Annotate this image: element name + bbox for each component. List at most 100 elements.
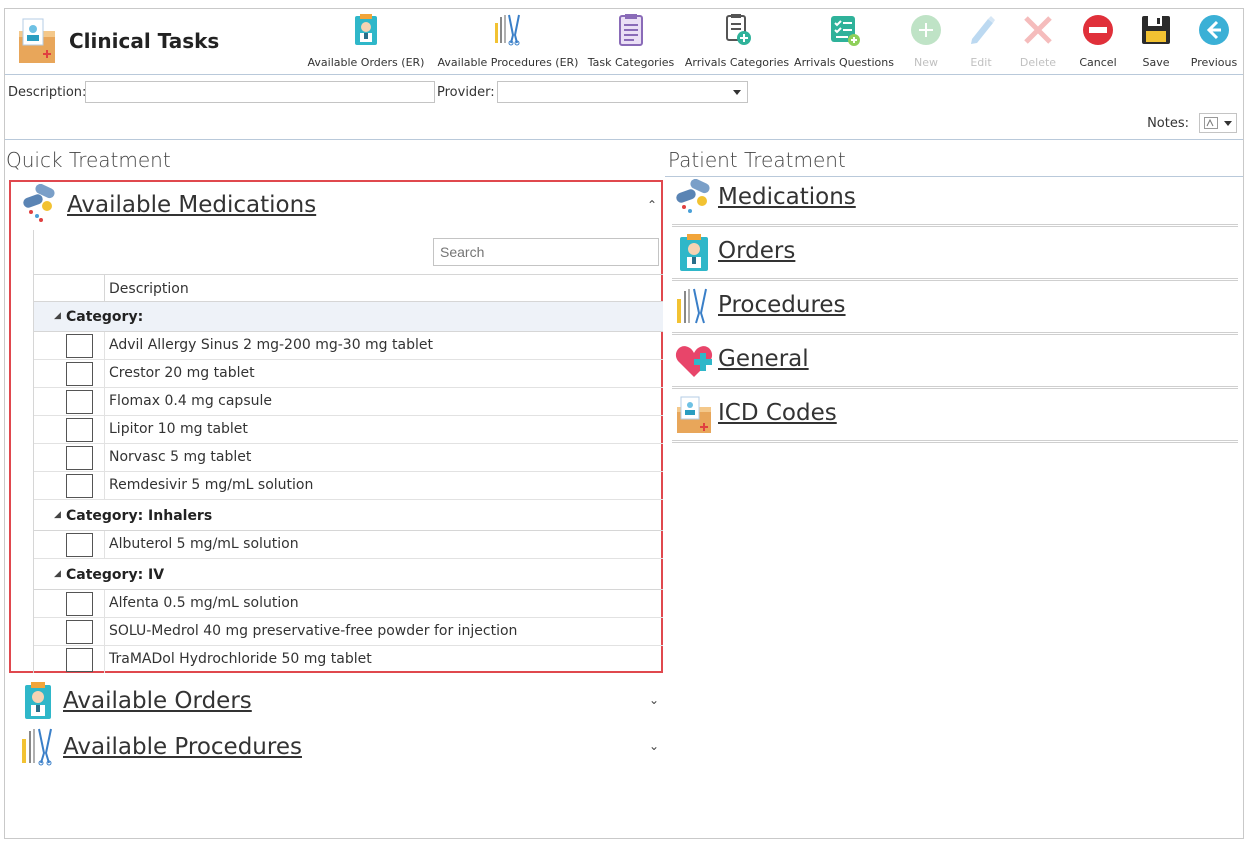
group-header-iv[interactable]: ◢ Category: IV <box>34 560 663 590</box>
arrivals-categories-button[interactable]: Arrivals Categories <box>683 11 791 73</box>
checklist-add-icon <box>831 16 860 46</box>
medical-folder-icon <box>677 396 711 433</box>
available-procedures-title[interactable]: Available Procedures <box>63 734 302 760</box>
provider-select[interactable] <box>497 81 748 103</box>
chevron-down-icon[interactable]: ⌄ <box>649 739 659 753</box>
available-procedures-header[interactable]: Available Procedures ⌄ <box>15 727 663 767</box>
patient-icd-codes-title[interactable]: ICD Codes <box>718 400 837 426</box>
available-orders-title[interactable]: Available Orders <box>63 688 252 714</box>
medication-row[interactable]: Albuterol 5 mg/mL solution <box>34 531 663 559</box>
row-checkbox[interactable] <box>66 446 93 470</box>
medication-row[interactable]: Lipitor 10 mg tablet <box>34 416 663 444</box>
medication-description: Advil Allergy Sinus 2 mg-200 mg-30 mg ta… <box>109 337 433 353</box>
previous-button[interactable]: Previous <box>1189 11 1239 73</box>
medication-row[interactable]: Alfenta 0.5 mg/mL solution <box>34 590 663 618</box>
column-separator <box>104 531 105 559</box>
medication-description: Lipitor 10 mg tablet <box>109 421 248 437</box>
patient-procedures-link[interactable]: Procedures <box>672 283 1238 335</box>
filter-bar: Description: Provider: Notes: <box>5 76 1243 140</box>
new-button[interactable]: New <box>905 11 947 73</box>
row-checkbox[interactable] <box>66 620 93 644</box>
toolbar-label: Save <box>1142 56 1170 69</box>
patient-procedures-title[interactable]: Procedures <box>718 292 846 318</box>
row-checkbox[interactable] <box>66 334 93 358</box>
column-separator <box>104 275 105 303</box>
medication-row[interactable]: Advil Allergy Sinus 2 mg-200 mg-30 mg ta… <box>34 332 663 360</box>
medication-row[interactable]: TraMADol Hydrochloride 50 mg tablet <box>34 646 663 673</box>
arrivals-questions-button[interactable]: Arrivals Questions <box>793 11 895 73</box>
back-arrow-icon <box>1199 15 1229 45</box>
group-header-category[interactable]: ◢ Category: <box>34 302 663 332</box>
patient-general-link[interactable]: General <box>672 337 1238 389</box>
collapse-triangle-icon[interactable]: ◢ <box>54 311 61 321</box>
provider-label: Provider: <box>437 85 495 100</box>
available-medications-header[interactable]: Available Medications ⌃ <box>11 184 661 224</box>
row-checkbox[interactable] <box>66 533 93 557</box>
save-button[interactable]: Save <box>1135 11 1177 73</box>
medication-description: TraMADol Hydrochloride 50 mg tablet <box>109 651 372 667</box>
doctor-clipboard-icon <box>680 234 708 271</box>
group-label: Category: IV <box>66 567 165 583</box>
description-column-header[interactable]: Description <box>109 281 189 297</box>
surgical-tools-icon <box>495 14 520 46</box>
row-checkbox[interactable] <box>66 362 93 386</box>
medication-description: SOLU-Medrol 40 mg preservative-free powd… <box>109 623 518 639</box>
medication-row[interactable]: Remdesivir 5 mg/mL solution <box>34 472 663 500</box>
doctor-clipboard-icon <box>355 14 377 45</box>
chevron-down-icon[interactable]: ⌄ <box>649 693 659 707</box>
medications-grid: Description ◢ Category: Advil Allergy Si… <box>33 230 663 673</box>
notes-dropdown-button[interactable] <box>1199 113 1237 133</box>
group-label: Category: Inhalers <box>66 508 213 524</box>
patient-general-title[interactable]: General <box>718 346 809 372</box>
grid-header: Description <box>34 274 663 303</box>
available-procedures-er-button[interactable]: Available Procedures (ER) <box>437 11 579 73</box>
row-checkbox[interactable] <box>66 592 93 616</box>
column-separator <box>104 444 105 472</box>
available-orders-er-button[interactable]: Available Orders (ER) <box>307 11 425 73</box>
toolbar-label: Delete <box>1019 56 1057 69</box>
row-checkbox[interactable] <box>66 648 93 672</box>
toolbar-label: Previous <box>1190 56 1238 69</box>
collapse-triangle-icon[interactable]: ◢ <box>54 569 61 579</box>
document-add-icon <box>726 14 751 45</box>
available-medications-panel: Available Medications ⌃ Description ◢ Ca… <box>9 180 663 673</box>
medication-row[interactable]: Flomax 0.4 mg capsule <box>34 388 663 416</box>
medication-row[interactable]: Crestor 20 mg tablet <box>34 360 663 388</box>
task-categories-button[interactable]: Task Categories <box>585 11 677 73</box>
heart-plus-icon <box>675 346 713 377</box>
header-toolbar: Clinical Tasks Available Orders (ER) Ava… <box>5 9 1243 75</box>
notes-label: Notes: <box>1147 116 1189 131</box>
chevron-up-icon[interactable]: ⌃ <box>647 198 657 212</box>
toolbar-label: Cancel <box>1079 56 1117 69</box>
collapse-triangle-icon[interactable]: ◢ <box>54 510 61 520</box>
description-input[interactable] <box>85 81 435 103</box>
medication-row[interactable]: Norvasc 5 mg tablet <box>34 444 663 472</box>
group-label: Category: <box>66 309 144 325</box>
patient-orders-link[interactable]: Orders <box>672 229 1238 281</box>
medication-description: Remdesivir 5 mg/mL solution <box>109 477 314 493</box>
patient-medications-link[interactable]: Medications <box>672 175 1238 227</box>
group-header-inhalers[interactable]: ◢ Category: Inhalers <box>34 501 663 531</box>
delete-button[interactable]: Delete <box>1015 11 1061 73</box>
patient-icd-codes-link[interactable]: ICD Codes <box>672 391 1238 443</box>
column-separator <box>104 388 105 416</box>
pills-icon <box>23 184 55 222</box>
medication-search-input[interactable] <box>433 238 659 266</box>
medication-description: Albuterol 5 mg/mL solution <box>109 536 299 552</box>
main-window: Clinical Tasks Available Orders (ER) Ava… <box>4 8 1244 839</box>
cancel-button[interactable]: Cancel <box>1075 11 1121 73</box>
patient-orders-title[interactable]: Orders <box>718 238 795 264</box>
surgical-tools-icon <box>677 288 707 324</box>
no-entry-icon <box>1083 15 1113 45</box>
available-medications-title[interactable]: Available Medications <box>67 192 316 218</box>
pencil-icon <box>971 16 995 44</box>
row-checkbox[interactable] <box>66 418 93 442</box>
medication-description: Alfenta 0.5 mg/mL solution <box>109 595 299 611</box>
available-orders-header[interactable]: Available Orders ⌄ <box>15 681 663 721</box>
row-checkbox[interactable] <box>66 474 93 498</box>
patient-medications-title[interactable]: Medications <box>718 184 856 210</box>
edit-button[interactable]: Edit <box>961 11 1001 73</box>
medication-row[interactable]: SOLU-Medrol 40 mg preservative-free powd… <box>34 618 663 646</box>
notes-icon <box>1204 117 1218 129</box>
row-checkbox[interactable] <box>66 390 93 414</box>
